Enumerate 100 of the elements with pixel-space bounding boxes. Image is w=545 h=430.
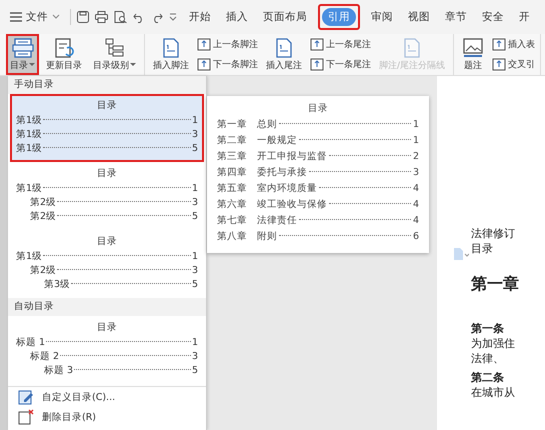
chapter-number: 第五章 — [217, 182, 248, 196]
toc-entry-label: 第2级 — [30, 196, 56, 210]
chapter-number: 第八章 — [217, 230, 248, 244]
toc-template[interactable]: 目录 第1级 1 第2级 3 第3级 5 — [10, 230, 204, 298]
chapter-number: 第四章 — [217, 166, 248, 180]
article-heading: 第一条 — [471, 321, 505, 336]
ribbon-button[interactable]: 下一条脚注 — [196, 58, 259, 72]
chapter-title: 总则 — [257, 118, 277, 132]
menu-icon — [10, 12, 22, 22]
ribbon-tab[interactable]: 安全 — [478, 3, 508, 31]
article-heading: 第二条 — [471, 370, 505, 385]
chapter-title: 一般规定 — [257, 134, 297, 148]
page-number: 6 — [412, 230, 419, 244]
ribbon-tab[interactable]: 章节 — [441, 3, 471, 31]
toc-title: 目录 — [96, 321, 118, 335]
page-number: 3 — [192, 350, 198, 364]
chapter-number: 第一章 — [217, 118, 248, 132]
page-number: 3 — [192, 196, 198, 210]
outline-levels-icon — [104, 37, 126, 59]
toc-template[interactable]: 目录 第1级 1 第1级 3 第1级 5 — [10, 94, 204, 162]
chapter-title: 开工申报与监督 — [257, 150, 327, 164]
ribbon-button[interactable]: 下一条尾注 — [309, 58, 372, 72]
ribbon-button[interactable]: 上一条尾注 — [309, 38, 372, 51]
menu-item[interactable]: 删除目录(R) — [8, 407, 206, 427]
page-number: 1 — [412, 118, 419, 132]
page-number: 3 — [192, 128, 198, 142]
section-heading: 自动目录 — [8, 298, 206, 316]
document-refresh-icon — [53, 37, 75, 59]
ribbon-tab[interactable]: 页面布局 — [259, 3, 311, 31]
ribbon-button[interactable]: 更新目录 — [42, 34, 86, 75]
chapter-title: 法律责任 — [257, 214, 297, 228]
page-number: 5 — [192, 210, 198, 224]
save-icon[interactable] — [77, 11, 89, 23]
ribbon-tab[interactable]: 开 — [515, 3, 534, 31]
ribbon-button[interactable]: 插入尾注 — [262, 34, 306, 75]
ribbon-tab[interactable]: 开始 — [185, 3, 215, 31]
page-number: 1 — [192, 182, 198, 196]
file-menu[interactable]: 文件 — [6, 7, 64, 27]
print-preview-icon[interactable] — [114, 11, 127, 23]
ribbon-button[interactable]: 交叉引 — [491, 58, 536, 72]
toc-template[interactable]: 目录 标题 1 1 标题 2 3 标题 3 5 — [10, 316, 204, 384]
toc-entry-label: 第3级 — [44, 278, 70, 292]
chapter-title: 室内环境质量 — [257, 182, 317, 196]
footnote-document-icon — [161, 37, 181, 59]
text-line: 在城市从 — [471, 385, 516, 400]
chapter-title: 竣工验收与保修 — [257, 198, 327, 212]
page-number: 5 — [192, 142, 198, 156]
toc-title: 目录 — [307, 102, 329, 116]
section-heading: 手动目录 — [8, 76, 206, 94]
chapter-number: 第七章 — [217, 214, 248, 228]
page-number: 3 — [412, 166, 419, 180]
page-number: 1 — [192, 114, 198, 128]
toc-entry-label: 第2级 — [30, 210, 56, 224]
chevron-down-icon — [52, 14, 60, 20]
toc-entry-label: 第2级 — [30, 264, 56, 278]
toc-entry-label: 第1级 — [16, 114, 42, 128]
footnote-document-icon — [402, 37, 422, 59]
toc-entry-label: 第1级 — [16, 142, 42, 156]
ribbon-button[interactable]: 目录 — [6, 34, 39, 75]
edit-document-icon — [18, 389, 34, 405]
menu-item[interactable]: 自定义目录(C)... — [8, 387, 206, 407]
text-line: 目录 — [471, 241, 494, 256]
undo-icon[interactable] — [133, 12, 145, 22]
page-number: 4 — [412, 214, 419, 228]
footnote-document-icon — [274, 37, 294, 59]
toc-entry-label: 标题 3 — [44, 364, 74, 378]
ribbon-button[interactable]: 上一条脚注 — [196, 38, 259, 51]
chapter-title: 委托与承接 — [257, 166, 307, 180]
page-number: 2 — [412, 150, 419, 164]
toc-title: 目录 — [96, 167, 118, 181]
ribbon-tab[interactable]: 视图 — [404, 3, 434, 31]
chapter-number: 第三章 — [217, 150, 248, 164]
page-number: 3 — [192, 264, 198, 278]
chapter-heading: 第一章 — [471, 274, 520, 295]
page-number: 4 — [412, 182, 419, 196]
toc-title: 目录 — [96, 99, 118, 113]
page-number: 1 — [192, 336, 198, 350]
ribbon-tab[interactable]: 审阅 — [367, 3, 397, 31]
toc-template[interactable]: 目录 第1级 1 第2级 3 第2级 5 — [10, 162, 204, 230]
page-number: 1 — [192, 250, 198, 264]
ribbon-button[interactable]: 目录级别 — [89, 34, 140, 75]
toc-entry-label: 标题 2 — [30, 350, 60, 364]
toc-entry-label: 第1级 — [16, 182, 42, 196]
ribbon-tab[interactable]: 插入 — [222, 3, 252, 31]
page-number: 5 — [192, 364, 198, 378]
ribbon-button[interactable]: 题注 — [458, 34, 488, 75]
table-of-contents-icon — [12, 37, 34, 59]
ribbon-button[interactable]: 插入表 — [491, 38, 536, 51]
text-line: 法律修订 — [471, 226, 516, 241]
page-number: 4 — [412, 198, 419, 212]
print-icon[interactable] — [95, 11, 108, 23]
text-line: 为加强住 — [471, 336, 516, 351]
toc-title: 目录 — [96, 235, 118, 249]
redo-icon[interactable] — [151, 12, 163, 22]
page-number: 5 — [192, 278, 198, 292]
chapter-number: 第二章 — [217, 134, 248, 148]
chevron-down-icon[interactable] — [169, 13, 177, 21]
delete-document-icon — [18, 409, 34, 425]
image-caption-icon — [462, 37, 484, 59]
ribbon-button[interactable]: 插入脚注 — [149, 34, 193, 75]
